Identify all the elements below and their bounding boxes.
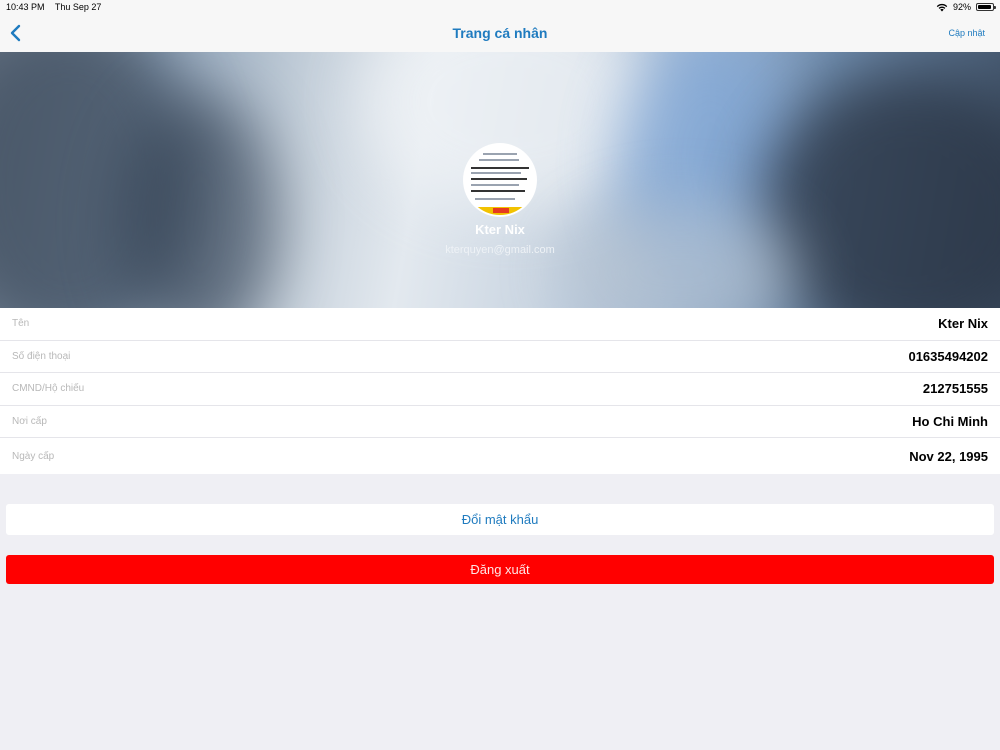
profile-email: kterquyen@gmail.com [445,244,555,256]
info-value: 212751555 [922,381,988,397]
profile-banner: Kter Nix kterquyen@gmail.com [0,52,1000,308]
avatar-doc-line [471,172,521,174]
info-row-name: Tên Kter Nix [0,308,1000,341]
chevron-left-icon[interactable] [6,22,26,44]
info-label: Ngày cấp [12,450,55,462]
status-left: 10:43 PM Thu Sep 27 [6,0,109,14]
avatar[interactable] [463,143,537,217]
status-right: 92% [936,0,996,14]
avatar-doc-line [471,184,519,186]
status-date: Thu Sep 27 [54,2,102,12]
status-time: 10:43 PM [6,2,45,12]
battery-percent: 92% [952,2,971,12]
info-label: Tên [12,318,30,330]
avatar-doc-line [475,198,515,200]
profile-name: Kter Nix [475,222,525,237]
info-label: CMND/Hộ chiếu [12,383,85,395]
nav-bar: Trang cá nhân Cập nhật [0,14,1000,52]
info-value: Ho Chi Minh [912,413,988,429]
avatar-doc-line [479,159,519,161]
status-bar: 10:43 PM Thu Sep 27 92% [0,0,1000,14]
avatar-doc-line [471,167,529,169]
avatar-doc-line [483,153,517,155]
update-button[interactable]: Cập nhật [948,14,985,52]
info-value: Nov 22, 1995 [909,448,988,464]
avatar-doc-line [471,178,527,180]
info-list: Tên Kter Nix Số điện thoại 01635494202 C… [0,308,1000,474]
logout-button[interactable]: Đăng xuất [6,555,994,584]
page-title: Trang cá nhân [452,25,548,41]
info-row-issue-date: Ngày cấp Nov 22, 1995 [0,438,1000,474]
info-row-issue-place: Nơi cấp Ho Chi Minh [0,406,1000,438]
battery-fill [978,5,991,9]
avatar-doc-bar [465,207,535,215]
info-row-id-number: CMND/Hộ chiếu 212751555 [0,373,1000,406]
info-value: 01635494202 [908,348,988,364]
info-row-phone: Số điện thoại 01635494202 [0,341,1000,373]
wifi-icon [936,3,948,11]
change-password-button[interactable]: Đổi mật khẩu [6,504,994,535]
battery-icon [976,3,996,11]
avatar-doc-line [471,190,525,192]
info-label: Số điện thoại [12,350,71,362]
info-label: Nơi cấp [12,415,47,427]
info-value: Kter Nix [938,316,988,332]
